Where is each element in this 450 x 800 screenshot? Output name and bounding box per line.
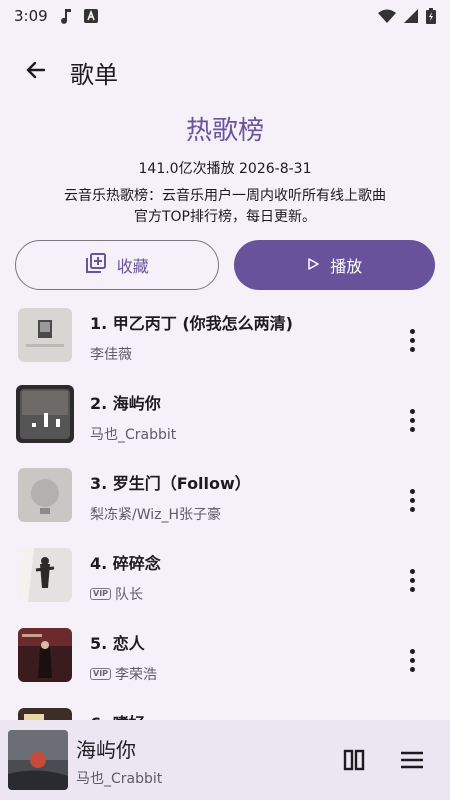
song-title: 3. 罗生门（Follow）: [90, 474, 251, 493]
song-title: 2. 海屿你: [90, 394, 161, 413]
page-title: 歌单: [70, 60, 118, 89]
song-item[interactable]: 6. 嗜好: [0, 700, 450, 720]
mini-player-title: 海屿你: [76, 738, 136, 762]
app-bar: 歌单: [0, 44, 450, 100]
add-to-library-icon: [85, 252, 107, 278]
play-triangle-icon: [306, 256, 320, 275]
play-all-button[interactable]: 播放: [233, 240, 435, 290]
song-item[interactable]: 5. 恋人 VIP 李荣浩: [0, 620, 450, 700]
pause-button[interactable]: [340, 746, 368, 774]
playlist-description: 云音乐热歌榜：云音乐用户一周内收听所有线上歌曲 官方TOP排行榜，每日更新。: [30, 186, 420, 228]
back-button[interactable]: [18, 54, 54, 90]
song-list: 1. 甲乙丙丁 (你我怎么两清) 李佳薇 2. 海屿你 马也_Crabbit 3…: [0, 300, 450, 720]
song-artist: 队长: [115, 587, 144, 603]
arrow-left-icon: [24, 58, 48, 86]
vip-badge: VIP: [90, 668, 112, 680]
song-title: 6. 嗜好: [90, 710, 145, 720]
album-cover: [18, 628, 72, 682]
album-cover: [18, 548, 72, 602]
song-item[interactable]: 4. 碎碎念 VIP 队长: [0, 540, 450, 620]
status-bar: 3:09: [0, 0, 450, 32]
collect-button[interactable]: 收藏: [15, 240, 219, 290]
album-cover: [18, 708, 72, 720]
song-artist: 李荣浩: [115, 667, 158, 683]
play-label: 播放: [330, 257, 363, 276]
album-cover: [18, 468, 72, 522]
song-item[interactable]: 3. 罗生门（Follow） 梨冻紧/Wiz_H张子豪: [0, 460, 450, 540]
menu-icon: [398, 751, 426, 778]
collect-label: 收藏: [116, 257, 149, 276]
keyboard-a-icon: [83, 9, 98, 23]
more-vertical-icon[interactable]: [400, 484, 424, 516]
mini-player-cover: [8, 730, 68, 790]
playlist-description-line: 官方TOP排行榜，每日更新。: [133, 209, 316, 225]
signal-icon: [404, 9, 418, 23]
more-vertical-icon[interactable]: [400, 404, 424, 436]
song-artist: 梨冻紧/Wiz_H张子豪: [90, 507, 222, 523]
more-vertical-icon[interactable]: [400, 324, 424, 356]
action-buttons: 收藏 播放: [15, 240, 435, 290]
music-note-icon: [60, 8, 72, 24]
queue-button[interactable]: [398, 746, 426, 774]
song-title: 4. 碎碎念: [90, 554, 161, 573]
song-title: 1. 甲乙丙丁 (你我怎么两清): [90, 314, 293, 333]
album-cover: [16, 385, 74, 443]
song-artist: 马也_Crabbit: [90, 427, 177, 443]
playlist-title: 热歌榜: [185, 116, 264, 146]
wifi-icon: [378, 9, 396, 23]
vip-badge: VIP: [90, 588, 112, 600]
battery-icon: [426, 8, 436, 24]
mini-player-artist: 马也_Crabbit: [76, 771, 163, 787]
song-item[interactable]: 2. 海屿你 马也_Crabbit: [0, 380, 450, 460]
pause-icon: [340, 749, 368, 778]
playlist-meta: 141.0亿次播放 2026-8-31: [138, 161, 312, 177]
more-vertical-icon[interactable]: [400, 644, 424, 676]
album-cover: [18, 308, 72, 362]
more-vertical-icon[interactable]: [400, 564, 424, 596]
mini-player[interactable]: 海屿你 马也_Crabbit: [0, 720, 450, 800]
song-artist: 李佳薇: [90, 347, 132, 363]
song-title: 5. 恋人: [90, 634, 145, 653]
song-item[interactable]: 1. 甲乙丙丁 (你我怎么两清) 李佳薇: [0, 300, 450, 380]
playlist-description-line: 云音乐热歌榜：云音乐用户一周内收听所有线上歌曲: [64, 188, 386, 204]
status-time: 3:09: [14, 7, 48, 25]
